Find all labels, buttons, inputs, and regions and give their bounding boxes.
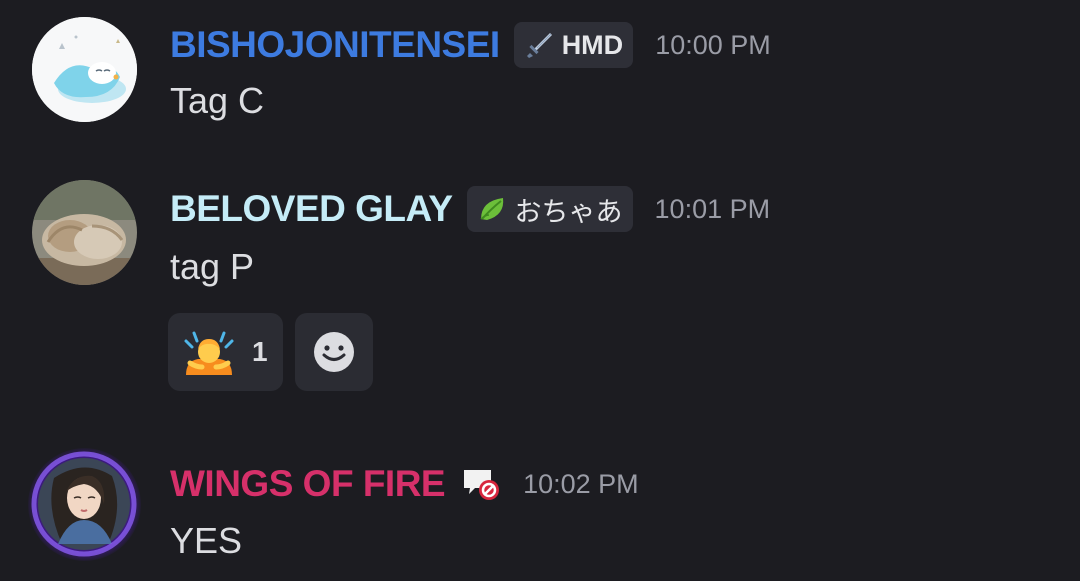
no-chat-badge-icon <box>461 464 501 504</box>
timestamp: 10:01 PM <box>654 193 771 224</box>
leaf-icon <box>480 198 503 220</box>
user-tag-label: おちゃあ <box>514 196 623 228</box>
message-header: BELOVED GLAY おちゃあ 10:01 PM <box>170 184 770 234</box>
message-content: tag P <box>170 246 255 287</box>
message-content: Tag C <box>170 80 265 121</box>
user-tag-label: HMD <box>561 29 624 60</box>
timestamp: 10:02 PM <box>523 468 639 499</box>
add-reaction-icon <box>314 332 354 372</box>
avatar[interactable] <box>28 448 141 561</box>
user-tag[interactable]: HMD <box>513 22 634 68</box>
reaction-bar: 1 <box>168 313 385 391</box>
user-tag[interactable]: おちゃあ <box>466 186 633 232</box>
message-header: WINGS OF FIRE 10:02 PM <box>170 459 639 509</box>
message-feed: BISHOJONITENSEI HMD 10:00 PM Tag C BELOV… <box>0 0 1080 581</box>
username[interactable]: BELOVED GLAY <box>170 188 453 230</box>
avatar[interactable] <box>32 180 137 285</box>
reaction-button[interactable]: 1 <box>168 313 283 391</box>
timestamp: 10:00 PM <box>655 29 771 60</box>
person-raising-hand-emoji <box>184 331 234 375</box>
message-content: YES <box>170 520 243 561</box>
add-reaction-button[interactable] <box>295 313 373 391</box>
message-header: BISHOJONITENSEI HMD 10:00 PM <box>170 20 771 70</box>
username[interactable]: BISHOJONITENSEI <box>170 24 500 66</box>
reaction-count: 1 <box>252 336 268 367</box>
username[interactable]: WINGS OF FIRE <box>170 463 446 505</box>
avatar[interactable] <box>32 17 137 122</box>
sword-icon <box>526 33 552 58</box>
